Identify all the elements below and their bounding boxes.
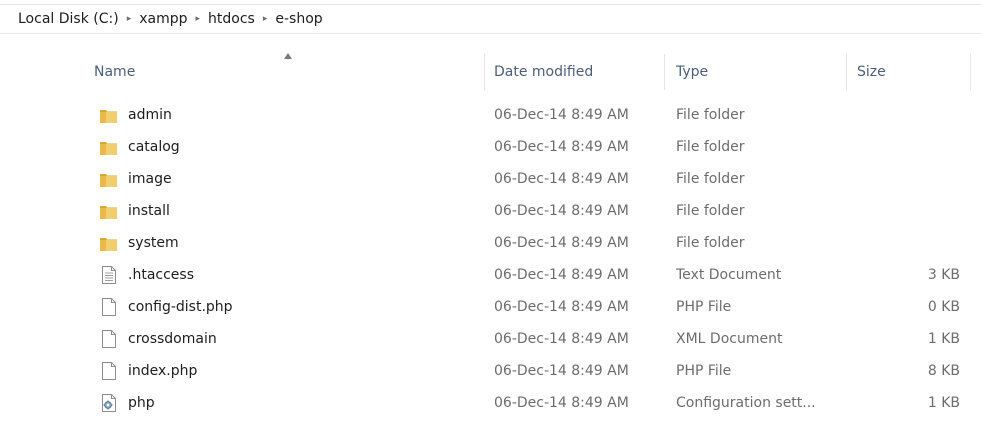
date-modified: 06-Dec-14 8:49 AM (494, 171, 629, 187)
breadcrumb-separator-icon[interactable]: ▸ (127, 14, 132, 24)
file-type: PHP File (676, 363, 732, 379)
file-type: PHP File (676, 299, 732, 315)
file-icon (100, 330, 116, 348)
breadcrumb-htdocs[interactable]: htdocs (208, 11, 255, 27)
file-type: Text Document (676, 267, 782, 283)
sort-ascending-icon (284, 53, 292, 59)
file-name: config-dist.php (128, 299, 233, 315)
breadcrumb-separator-icon[interactable]: ▸ (196, 14, 201, 24)
file-type: File folder (676, 107, 745, 123)
file-name: crossdomain (128, 331, 217, 347)
list-item-install[interactable]: install 06-Dec-14 8:49 AM File folder (80, 196, 972, 228)
breadcrumb-xampp[interactable]: xampp (139, 11, 187, 27)
date-modified: 06-Dec-14 8:49 AM (494, 395, 629, 411)
date-modified: 06-Dec-14 8:49 AM (494, 139, 629, 155)
file-size: 0 KB (927, 299, 960, 315)
date-modified: 06-Dec-14 8:49 AM (494, 363, 629, 379)
list-item-admin[interactable]: admin 06-Dec-14 8:49 AM File folder (80, 100, 972, 132)
file-name: catalog (128, 139, 180, 155)
file-name: system (128, 235, 179, 251)
folder-icon (100, 202, 117, 220)
file-icon (100, 298, 116, 316)
text-document-icon (100, 266, 116, 284)
file-type: File folder (676, 171, 745, 187)
file-name: php (128, 395, 155, 411)
list-item-system[interactable]: system 06-Dec-14 8:49 AM File folder (80, 228, 972, 260)
date-modified: 06-Dec-14 8:49 AM (494, 267, 629, 283)
breadcrumb-separator-icon[interactable]: ▸ (263, 14, 268, 24)
file-name: admin (128, 107, 172, 123)
file-icon (100, 362, 116, 380)
column-header-size[interactable]: Size (857, 50, 957, 94)
list-item-crossdomain[interactable]: crossdomain 06-Dec-14 8:49 AM XML Docume… (80, 324, 972, 356)
file-type: File folder (676, 235, 745, 251)
breadcrumb: Local Disk (C:) ▸ xampp ▸ htdocs ▸ e-sho… (0, 4, 981, 34)
file-size: 1 KB (927, 395, 960, 411)
list-item-php[interactable]: php 06-Dec-14 8:49 AM Configuration sett… (80, 388, 972, 420)
file-list: admin 06-Dec-14 8:49 AM File folder cata… (80, 100, 972, 420)
file-name: install (128, 203, 170, 219)
column-header-row: Name Date modified Type Size (80, 50, 972, 94)
file-name: index.php (128, 363, 198, 379)
date-modified: 06-Dec-14 8:49 AM (494, 235, 629, 251)
date-modified: 06-Dec-14 8:49 AM (494, 203, 629, 219)
list-item-config-dist-php[interactable]: config-dist.php 06-Dec-14 8:49 AM PHP Fi… (80, 292, 972, 324)
file-type: File folder (676, 139, 745, 155)
date-modified: 06-Dec-14 8:49 AM (494, 331, 629, 347)
breadcrumb-e-shop[interactable]: e-shop (275, 11, 322, 27)
file-name: image (128, 171, 172, 187)
file-size: 8 KB (927, 363, 960, 379)
date-modified: 06-Dec-14 8:49 AM (494, 107, 629, 123)
config-settings-icon (100, 394, 116, 412)
column-header-date-modified[interactable]: Date modified (494, 50, 654, 94)
folder-icon (100, 138, 117, 156)
list-item-index-php[interactable]: index.php 06-Dec-14 8:49 AM PHP File 8 K… (80, 356, 972, 388)
file-type: XML Document (676, 331, 783, 347)
file-size: 3 KB (927, 267, 960, 283)
column-header-type[interactable]: Type (676, 50, 846, 94)
list-item-image[interactable]: image 06-Dec-14 8:49 AM File folder (80, 164, 972, 196)
list-item-htaccess[interactable]: .htaccess 06-Dec-14 8:49 AM Text Documen… (80, 260, 972, 292)
column-divider[interactable] (484, 54, 485, 90)
folder-icon (100, 234, 117, 252)
file-size: 1 KB (927, 331, 960, 347)
folder-icon (100, 106, 117, 124)
column-divider[interactable] (664, 54, 665, 90)
column-divider[interactable] (846, 54, 847, 90)
breadcrumb-local-disk[interactable]: Local Disk (C:) (18, 11, 119, 27)
date-modified: 06-Dec-14 8:49 AM (494, 299, 629, 315)
column-divider[interactable] (970, 54, 971, 90)
file-type: File folder (676, 203, 745, 219)
list-item-catalog[interactable]: catalog 06-Dec-14 8:49 AM File folder (80, 132, 972, 164)
file-type: Configuration sett... (676, 395, 816, 411)
folder-icon (100, 170, 117, 188)
file-name: .htaccess (128, 267, 194, 283)
